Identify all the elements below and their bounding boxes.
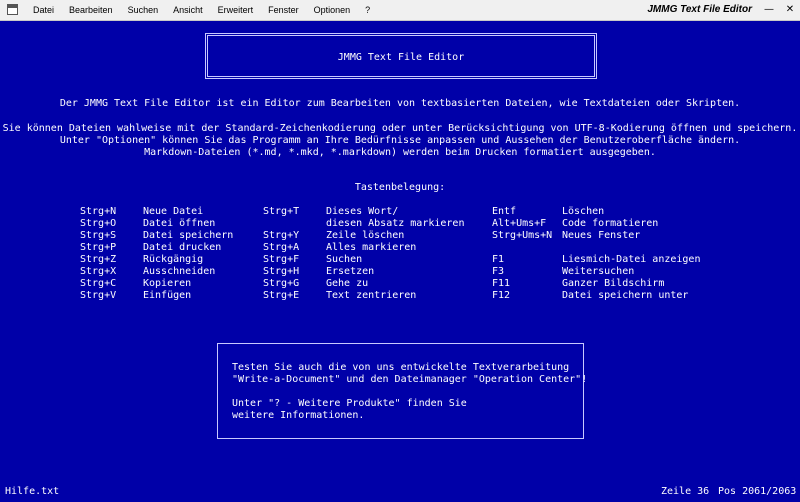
shortcut-key: Strg+Ums+N <box>492 230 553 241</box>
shortcut-key: Strg+V <box>80 290 117 301</box>
shortcut-key: Strg+F <box>263 254 300 265</box>
intro-line-4: Markdown-Dateien (*.md, *.mkd, *.markdow… <box>144 147 656 158</box>
info-line-2: "Write-a-Document" und den Dateimanager … <box>232 374 588 385</box>
shortcut-key: F3 <box>492 266 505 277</box>
shortcut-label: Löschen <box>562 206 605 217</box>
shortcuts-heading: Tastenbelegung: <box>354 182 446 193</box>
info-line-1: Testen Sie auch die von uns entwickelte … <box>232 362 570 373</box>
intro-line-2: Sie können Dateien wahlweise mit der Sta… <box>2 123 798 134</box>
menu-erweitert[interactable]: Erweitert <box>218 5 254 15</box>
info-line-4: weitere Informationen. <box>232 410 365 421</box>
shortcut-key: Strg+A <box>263 242 300 253</box>
status-position: Pos 2061/2063 <box>718 486 797 497</box>
shortcut-key: Strg+S <box>80 230 117 241</box>
info-line-3: Unter "? - Weitere Produkte" finden Sie <box>232 398 467 409</box>
shortcut-key: Strg+O <box>80 218 117 229</box>
shortcut-key: Strg+E <box>263 290 300 301</box>
shortcut-label: Gehe zu <box>326 278 369 289</box>
shortcut-key: Strg+T <box>263 206 300 217</box>
shortcut-label: Ausschneiden <box>143 266 216 277</box>
shortcut-key: Strg+N <box>80 206 117 217</box>
shortcut-key: F11 <box>492 278 511 289</box>
shortcut-label: Alles markieren <box>326 242 417 253</box>
intro-line-1: Der JMMG Text File Editor ist ein Editor… <box>59 98 741 109</box>
shortcut-label: diesen Absatz markieren <box>326 218 465 229</box>
shortcut-key: Strg+G <box>263 278 300 289</box>
shortcut-key: Entf <box>492 206 517 217</box>
menu-fenster[interactable]: Fenster <box>268 5 299 15</box>
shortcut-key: Strg+P <box>80 242 117 253</box>
shortcut-label: Datei speichern unter <box>562 290 689 301</box>
shortcut-key: Strg+X <box>80 266 117 277</box>
shortcut-label: Ganzer Bildschirm <box>562 278 665 289</box>
menu-suchen[interactable]: Suchen <box>128 5 159 15</box>
shortcut-label: Suchen <box>326 254 363 265</box>
minimize-button[interactable]: — <box>761 2 777 18</box>
shortcut-label: Liesmich-Datei anzeigen <box>562 254 701 265</box>
status-line: Zeile 36 <box>661 486 710 497</box>
window-title: JMMG Text File Editor <box>647 4 752 15</box>
menu-help[interactable]: ? <box>365 5 370 15</box>
info-box: Testen Sie auch die von uns entwickelte … <box>217 343 588 439</box>
shortcut-label: Datei drucken <box>143 242 222 253</box>
shortcut-key: Strg+H <box>263 266 300 277</box>
shortcut-label: Text zentrieren <box>326 290 417 301</box>
shortcut-label: Kopieren <box>143 278 192 289</box>
intro-line-3: Unter "Optionen" können Sie das Programm… <box>59 135 741 146</box>
title-box-text: JMMG Text File Editor <box>337 52 465 63</box>
shortcut-key: F1 <box>492 254 505 265</box>
menu-datei[interactable]: Datei <box>33 5 54 15</box>
status-filename: Hilfe.txt <box>5 486 60 497</box>
shortcut-key: Strg+Y <box>263 230 300 241</box>
shortcut-label: Zeile löschen <box>326 230 405 241</box>
menu-optionen[interactable]: Optionen <box>314 5 351 15</box>
shortcut-label: Ersetzen <box>326 266 375 277</box>
menu: Datei Bearbeiten Suchen Ansicht Erweiter… <box>33 5 385 15</box>
shortcut-key: Strg+Z <box>80 254 117 265</box>
shortcut-label: Weitersuchen <box>562 266 635 277</box>
app-icon[interactable] <box>7 4 18 15</box>
close-button[interactable]: ✕ <box>782 2 798 18</box>
shortcut-label: Einfügen <box>143 290 192 301</box>
menu-bar: Datei Bearbeiten Suchen Ansicht Erweiter… <box>0 0 800 21</box>
shortcut-key: Alt+Ums+F <box>492 218 547 229</box>
shortcut-key: Strg+C <box>80 278 117 289</box>
shortcut-label: Neues Fenster <box>562 230 641 241</box>
shortcut-label: Dieses Wort/ <box>326 206 399 217</box>
shortcut-label: Rückgängig <box>143 254 204 265</box>
shortcut-label: Datei öffnen <box>143 218 216 229</box>
shortcut-key: F12 <box>492 290 511 301</box>
shortcut-label: Code formatieren <box>562 218 659 229</box>
menu-bearbeiten[interactable]: Bearbeiten <box>69 5 113 15</box>
shortcut-label: Neue Datei <box>143 206 204 217</box>
shortcut-label: Datei speichern <box>143 230 234 241</box>
title-box: JMMG Text File Editor <box>205 33 597 79</box>
menu-ansicht[interactable]: Ansicht <box>173 5 203 15</box>
